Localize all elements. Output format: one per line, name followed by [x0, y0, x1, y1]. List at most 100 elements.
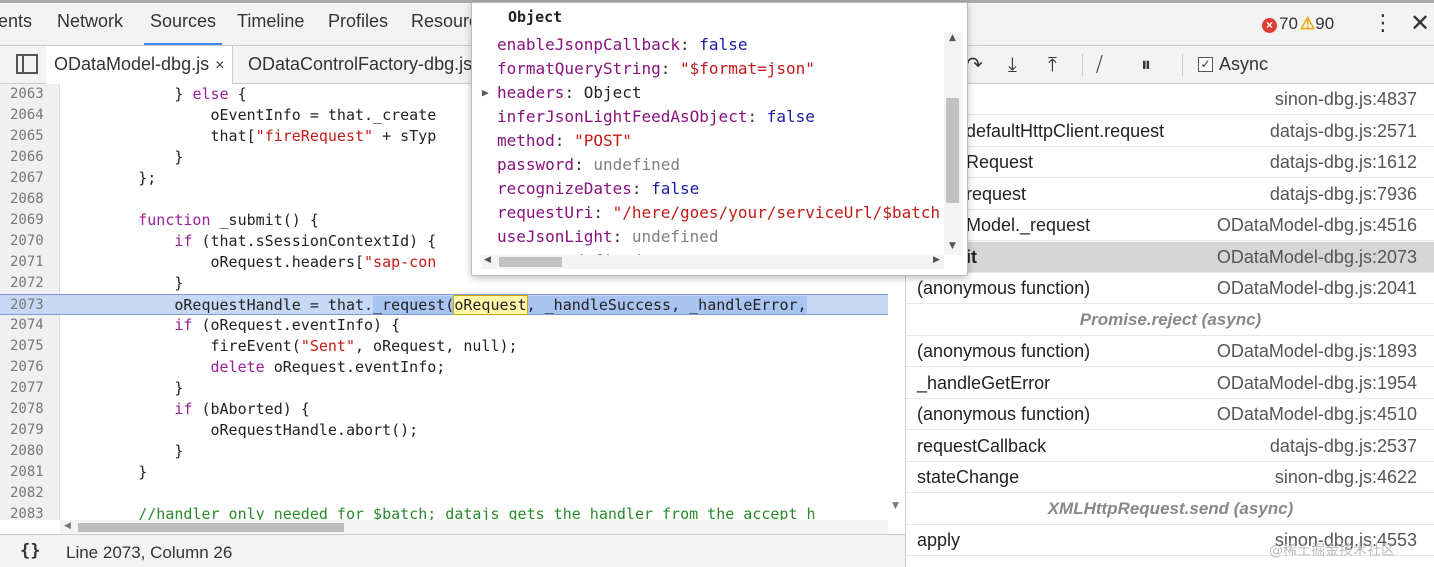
error-count[interactable]: × 70 — [1262, 14, 1298, 34]
line-number[interactable]: 2076 — [10, 357, 55, 378]
pretty-print-button[interactable]: {} — [20, 541, 40, 561]
line-number[interactable]: 2073 — [10, 295, 55, 316]
expand-triangle-icon[interactable]: ▶ — [482, 81, 489, 105]
frame-location[interactable]: datajs-dbg.js:2537 — [1270, 436, 1417, 457]
frame-location[interactable]: ODataModel-dbg.js:2041 — [1217, 278, 1417, 299]
editor-horizontal-scrollbar[interactable]: ◀ — [60, 520, 890, 534]
line-number[interactable]: 2068 — [10, 189, 55, 210]
popover-vertical-scrollbar[interactable]: ▲ ▼ — [944, 33, 962, 255]
code-line[interactable]: 2078 if (bAborted) { — [0, 399, 890, 420]
object-preview-popover[interactable]: Object enableJsonpCallback: false formatQ… — [471, 2, 968, 276]
scroll-thumb[interactable] — [946, 98, 959, 203]
code-line[interactable]: 2082 — [0, 483, 890, 504]
tab-timeline[interactable]: Timeline — [237, 11, 304, 32]
call-frame[interactable]: defaultHttpClient.request datajs-dbg.js:2… — [906, 116, 1434, 147]
call-frame[interactable]: (anonymous function) ODataModel-dbg.js:45… — [906, 399, 1434, 430]
close-tab-icon[interactable]: × — [215, 57, 224, 74]
tab-elements[interactable]: ents — [0, 11, 32, 32]
line-number[interactable]: 2063 — [10, 84, 55, 105]
scroll-thumb[interactable] — [78, 523, 344, 532]
code-line[interactable]: 2073 oRequestHandle = that._request(oReq… — [0, 294, 890, 315]
call-frame[interactable]: sinon-dbg.js:4837 — [906, 84, 1434, 115]
frame-location[interactable]: ODataModel-dbg.js:1893 — [1217, 341, 1417, 362]
frame-location[interactable]: datajs-dbg.js:1612 — [1270, 152, 1417, 173]
code-line[interactable]: 2072 } — [0, 273, 890, 294]
line-number[interactable]: 2080 — [10, 441, 55, 462]
line-number[interactable]: 2072 — [10, 273, 55, 294]
frame-location[interactable]: ODataModel-dbg.js:4510 — [1217, 404, 1417, 425]
call-frame[interactable]: (anonymous function) ODataModel-dbg.js:20… — [906, 273, 1434, 304]
cursor-position: Line 2073, Column 26 — [66, 543, 233, 562]
frame-location[interactable]: ODataModel-dbg.js:4516 — [1217, 215, 1417, 236]
async-checkbox[interactable]: ✓ — [1198, 57, 1213, 72]
warning-count[interactable]: ⚠90 — [1300, 14, 1334, 34]
property-key: enableJsonpCallback — [497, 35, 681, 54]
scroll-thumb[interactable] — [499, 257, 562, 267]
property-row[interactable]: ▶ headers: Object — [482, 81, 642, 105]
code-line[interactable]: 2079 oRequestHandle.abort(); — [0, 420, 890, 441]
line-number[interactable]: 2078 — [10, 399, 55, 420]
code-line[interactable]: 2081 } — [0, 462, 890, 483]
tab-sources[interactable]: Sources — [143, 11, 223, 45]
file-tab-odatacontrolfactory[interactable]: ODataControlFactory-dbg.js — [240, 46, 480, 84]
scroll-right-icon[interactable]: ▶ — [933, 255, 940, 265]
close-icon[interactable]: ✕ — [1410, 9, 1430, 37]
frame-location[interactable]: ODataModel-dbg.js:2073 — [1217, 247, 1417, 268]
call-frame[interactable]: it ODataModel-dbg.js:2073 — [906, 241, 1434, 273]
tab-resources[interactable]: Resourc — [411, 11, 478, 32]
line-number[interactable]: 2079 — [10, 420, 55, 441]
navigator-toggle-icon[interactable] — [16, 54, 38, 74]
line-number[interactable]: 2077 — [10, 378, 55, 399]
code-line[interactable]: 2080 } — [0, 441, 890, 462]
line-number[interactable]: 2071 — [10, 252, 55, 273]
call-frame[interactable]: stateChange sinon-dbg.js:4622 — [906, 462, 1434, 493]
call-frame[interactable]: requestCallback datajs-dbg.js:2537 — [906, 431, 1434, 462]
frame-location[interactable]: datajs-dbg.js:7936 — [1270, 184, 1417, 205]
line-number[interactable]: 2083 — [10, 504, 55, 520]
file-tab-odatamodel[interactable]: ODataModel-dbg.js × — [46, 46, 234, 84]
code-line[interactable]: 2077 } — [0, 378, 890, 399]
scroll-down-icon[interactable]: ▼ — [949, 241, 956, 251]
step-over-icon[interactable]: ↷ — [966, 52, 983, 76]
line-number[interactable]: 2069 — [10, 210, 55, 231]
line-number[interactable]: 2074 — [10, 315, 55, 336]
line-number[interactable]: 2066 — [10, 147, 55, 168]
deactivate-breakpoints-icon[interactable]: ⧸ — [1096, 52, 1103, 76]
frame-location[interactable]: datajs-dbg.js:2571 — [1270, 121, 1417, 142]
scroll-up-icon[interactable]: ▲ — [949, 33, 956, 43]
call-frame[interactable]: request datajs-dbg.js:7936 — [906, 179, 1434, 210]
line-number[interactable]: 2081 — [10, 462, 55, 483]
code-token: (bAborted) { — [192, 400, 310, 418]
call-frame[interactable]: Model._request ODataModel-dbg.js:4516 — [906, 210, 1434, 241]
scroll-left-icon[interactable]: ◀ — [484, 255, 491, 265]
frame-function: Request — [966, 152, 1034, 172]
popover-horizontal-scrollbar[interactable]: ◀ ▶ — [482, 255, 944, 269]
line-number[interactable]: 2064 — [10, 105, 55, 126]
code-line[interactable]: 2075 fireEvent("Sent", oRequest, null); — [0, 336, 890, 357]
line-number[interactable]: 2070 — [10, 231, 55, 252]
scroll-left-icon[interactable]: ◀ — [64, 521, 71, 531]
call-frame[interactable]: Request datajs-dbg.js:1612 — [906, 147, 1434, 178]
line-number[interactable]: 2082 — [10, 483, 55, 504]
property-row: formatQueryString: "$format=json" — [497, 59, 815, 78]
scroll-down-icon[interactable]: ▼ — [892, 501, 899, 511]
line-number[interactable]: 2065 — [10, 126, 55, 147]
frame-location[interactable]: sinon-dbg.js:4622 — [1275, 467, 1417, 488]
step-out-icon[interactable]: ⤒ — [1048, 52, 1057, 76]
line-number[interactable]: 2075 — [10, 336, 55, 357]
tab-network[interactable]: Network — [57, 11, 123, 32]
code-line[interactable]: 2083 //handler only needed for $batch; d… — [0, 504, 890, 520]
property-value: undefined — [631, 227, 719, 246]
frame-location[interactable]: sinon-dbg.js:4837 — [1275, 89, 1417, 110]
step-into-icon[interactable]: ⤓ — [1008, 52, 1017, 76]
call-frame[interactable]: (anonymous function) ODataModel-dbg.js:18… — [906, 336, 1434, 367]
code-line[interactable]: 2076 delete oRequest.eventInfo; — [0, 357, 890, 378]
tab-profiles[interactable]: Profiles — [328, 11, 388, 32]
code-line[interactable]: 2074 if (oRequest.eventInfo) { — [0, 315, 890, 336]
more-menu-icon[interactable]: ⋮ — [1372, 11, 1394, 36]
pause-on-exceptions-icon[interactable]: ⏸ — [1141, 52, 1151, 76]
frame-location[interactable]: ODataModel-dbg.js:1954 — [1217, 373, 1417, 394]
call-frame[interactable]: _handleGetError ODataModel-dbg.js:1954 — [906, 368, 1434, 399]
code-text: oRequest.headers["sap-con — [66, 252, 436, 273]
line-number[interactable]: 2067 — [10, 168, 55, 189]
